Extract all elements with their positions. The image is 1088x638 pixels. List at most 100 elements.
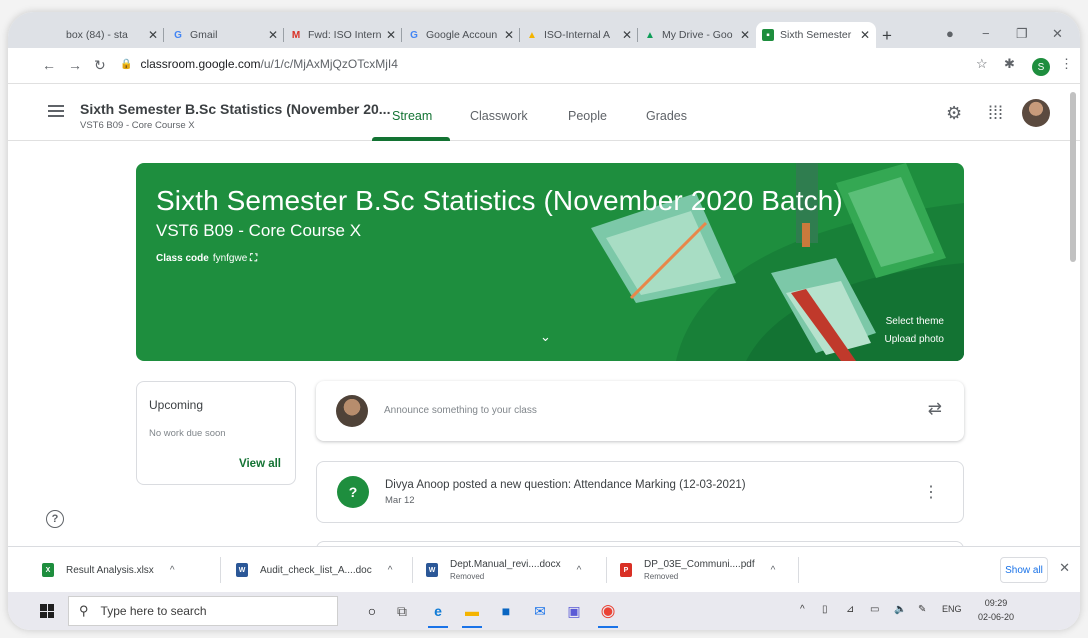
chevron-up-icon[interactable]: ^ (771, 565, 776, 576)
file-explorer-icon[interactable]: ▬ (460, 599, 484, 628)
download-status: Removed (644, 572, 679, 581)
announce-box[interactable]: Announce something to your class ⇄ (316, 381, 964, 441)
upload-photo-link[interactable]: Upload photo (885, 334, 945, 345)
star-icon[interactable]: ☆ (976, 56, 988, 72)
gmail-icon: M (291, 29, 301, 41)
repost-icon[interactable]: ⇄ (928, 399, 942, 419)
apps-grid-icon[interactable]: ⁞⁞⁞ (988, 103, 1003, 124)
settings-icon[interactable]: ⚙ (946, 103, 962, 124)
download-item[interactable]: W Audit_check_list_A....doc ^ (236, 547, 392, 593)
download-bar: X Result Analysis.xlsx ^ W Audit_check_l… (8, 546, 1080, 592)
tab-sixth-semester[interactable]: ▪ Sixth Semester ✕ (756, 22, 876, 48)
close-icon[interactable]: ✕ (504, 28, 520, 42)
close-icon[interactable]: ✕ (622, 28, 638, 42)
classroom-header: Sixth Semester B.Sc Statistics (November… (8, 85, 1080, 141)
tab-classwork[interactable]: Classwork (470, 109, 528, 123)
tab-strip: box (84) - sta ✕ G Gmail ✕ M Fwd: ISO In… (8, 12, 1080, 48)
close-window-icon[interactable]: ✕ (1052, 26, 1063, 42)
reload-icon[interactable]: ↻ (94, 57, 106, 74)
close-icon[interactable]: ✕ (386, 28, 402, 42)
download-item[interactable]: P DP_03E_Communi....pdf Removed ^ (620, 547, 775, 593)
tab-iso-internal[interactable]: ▲ ISO-Internal A ✕ (520, 22, 638, 48)
upcoming-card: Upcoming No work due soon View all (136, 381, 296, 485)
help-icon[interactable]: ? (46, 510, 64, 528)
tab-people[interactable]: People (568, 109, 607, 123)
upcoming-empty-text: No work due soon (149, 428, 226, 439)
cortana-icon[interactable]: ○ (360, 599, 384, 623)
record-icon[interactable]: ● (946, 26, 954, 41)
close-icon[interactable]: ✕ (860, 28, 876, 42)
tab-google-account[interactable]: G Google Accoun ✕ (402, 22, 520, 48)
tab-grades[interactable]: Grades (646, 109, 687, 123)
forward-icon[interactable]: → (68, 57, 82, 73)
new-tab-button[interactable]: + (882, 26, 892, 46)
select-theme-link[interactable]: Select theme (886, 316, 944, 327)
close-icon[interactable]: ✕ (740, 28, 756, 42)
mail-icon[interactable]: ✉ (528, 599, 552, 623)
stream-post[interactable]: ? Divya Anoop posted a new question: Att… (316, 461, 964, 523)
device-icon[interactable]: ▯ (822, 604, 828, 615)
google-icon: G (174, 29, 182, 41)
edge-icon[interactable]: e (426, 599, 450, 628)
more-vert-icon[interactable]: ⋮ (1060, 56, 1073, 72)
windows-start-icon[interactable] (40, 604, 54, 618)
fullscreen-icon[interactable]: ⛶ (250, 253, 257, 264)
close-icon[interactable]: ✕ (1059, 560, 1070, 576)
search-icon: ⚲ (79, 603, 89, 618)
clock-date: 02-06-20 (978, 612, 1015, 622)
address-bar-row: ← → ↻ 🔒 classroom.google.com/u/1/c/MjAxM… (8, 48, 1080, 84)
menu-icon[interactable] (48, 105, 64, 117)
divider (606, 557, 607, 583)
clock-time: 09:29 (984, 598, 1008, 608)
task-view-icon[interactable]: ⧉ (390, 599, 414, 623)
clock[interactable]: 09:29 02-06-20 (978, 596, 1014, 624)
download-item[interactable]: W Dept.Manual_revi....docx Removed ^ (426, 547, 581, 593)
tab-stream[interactable]: Stream (392, 109, 432, 123)
restore-icon[interactable]: ❐ (1016, 26, 1028, 42)
tab-fwd-iso[interactable]: M Fwd: ISO Intern ✕ (284, 22, 402, 48)
url-field[interactable]: 🔒 classroom.google.com/u/1/c/MjAxMjQzOTc… (120, 57, 398, 71)
close-icon[interactable]: ✕ (148, 28, 164, 42)
volume-icon[interactable]: 🔈 (894, 604, 906, 615)
scrollbar[interactable] (1070, 92, 1076, 262)
chrome-icon[interactable]: ◉ (596, 599, 620, 628)
minimize-icon[interactable]: − (982, 26, 990, 41)
class-code-label: Class code (156, 253, 209, 264)
network-icon[interactable]: ⊿ (846, 604, 854, 615)
excel-file-icon: X (42, 563, 54, 577)
class-code-value: fynfgwe (212, 253, 248, 264)
active-tab-indicator (372, 137, 450, 141)
extensions-icon[interactable]: ✱ (1004, 56, 1015, 72)
close-icon[interactable]: ✕ (268, 28, 284, 42)
drive-icon: ▲ (527, 29, 537, 41)
store-icon[interactable]: ■ (494, 599, 518, 623)
chevron-down-icon[interactable]: ⌄ (540, 329, 551, 345)
class-banner: Sixth Semester B.Sc Statistics (November… (136, 163, 964, 361)
user-avatar[interactable] (1022, 99, 1050, 127)
profile-avatar[interactable]: S (1032, 58, 1050, 76)
tab-gmail[interactable]: G Gmail ✕ (166, 22, 284, 48)
download-item[interactable]: X Result Analysis.xlsx ^ (42, 547, 175, 593)
more-vert-icon[interactable]: ⋮ (923, 482, 939, 502)
chevron-up-icon[interactable]: ^ (577, 565, 582, 576)
battery-icon[interactable]: ▭ (870, 604, 879, 615)
tab-inbox[interactable]: box (84) - sta ✕ (60, 22, 164, 48)
post-date: Mar 12 (385, 495, 415, 506)
divider (220, 557, 221, 583)
tab-my-drive[interactable]: ▲ My Drive - Goo ✕ (638, 22, 756, 48)
back-icon[interactable]: ← (42, 57, 56, 73)
app-icon[interactable]: ▣ (562, 599, 586, 623)
taskbar-search[interactable]: ⚲ Type here to search (68, 596, 338, 626)
announce-placeholder[interactable]: Announce something to your class (384, 405, 537, 416)
show-all-button[interactable]: Show all (1000, 557, 1048, 583)
language-indicator[interactable]: ENG (942, 604, 962, 614)
chevron-up-icon[interactable]: ^ (170, 565, 175, 576)
download-name: Dept.Manual_revi....docx (450, 559, 561, 570)
download-name: Result Analysis.xlsx (66, 564, 154, 576)
class-subtitle: VST6 B09 - Core Course X (80, 120, 195, 131)
chevron-up-icon[interactable]: ^ (388, 565, 393, 576)
post-text[interactable]: Divya Anoop posted a new question: Atten… (385, 479, 746, 491)
pen-icon[interactable]: ✎ (918, 604, 926, 615)
view-all-link[interactable]: View all (239, 458, 281, 470)
chevron-up-icon[interactable]: ^ (800, 604, 805, 615)
